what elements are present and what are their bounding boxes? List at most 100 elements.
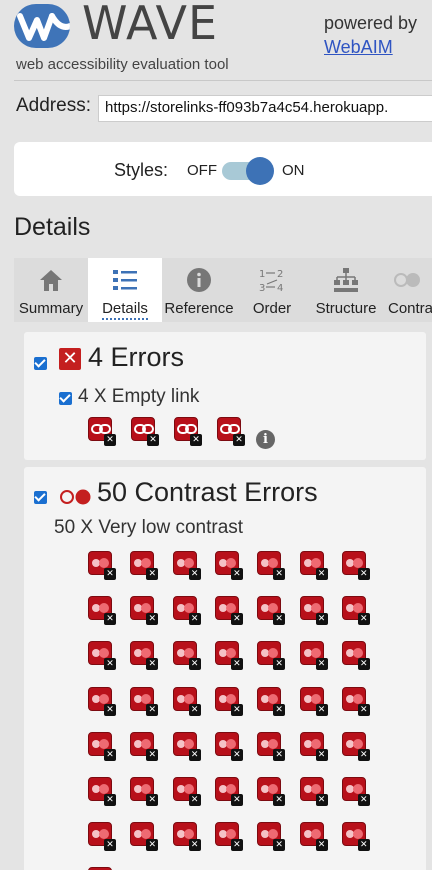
contrast-error-icon[interactable]: ✕: [257, 596, 286, 626]
contrast-error-icon[interactable]: ✕: [257, 641, 286, 671]
contrast-icon: [394, 273, 420, 287]
details-panel: ✕ 4 Errors 4 X Empty link ✕ ✕ ✕ ✕ i 50 Contr…: [14, 322, 432, 870]
styles-toggle-panel: Styles: OFF ON: [14, 142, 432, 196]
contrast-error-icon[interactable]: ✕: [172, 551, 201, 580]
contrast-error-icon[interactable]: ✕: [341, 686, 370, 716]
svg-text:4: 4: [277, 283, 283, 294]
contrast-error-icon[interactable]: ✕: [299, 731, 328, 761]
contrast-error-icon[interactable]: ✕: [214, 777, 243, 806]
home-icon: [40, 270, 62, 291]
contrast-error-icon[interactable]: ✕: [130, 731, 159, 761]
powered-by-text: powered by: [324, 13, 418, 33]
tab-order[interactable]: 1 2 3 4 Order: [236, 258, 308, 322]
contrast-error-icon[interactable]: ✕: [88, 686, 116, 716]
details-heading: Details: [14, 213, 91, 241]
contrast-error-icon[interactable]: ✕: [130, 551, 159, 580]
toggle-knob[interactable]: [246, 157, 274, 185]
empty-link-icon[interactable]: ✕: [174, 417, 202, 446]
contrast-error-icon[interactable]: ✕: [257, 777, 286, 806]
wave-wordmark: WAVE: [82, 0, 219, 50]
contrast-error-icon[interactable]: ✕: [130, 596, 159, 626]
contrast-error-icon[interactable]: ✕: [130, 822, 159, 852]
contrast-checkbox[interactable]: [34, 491, 47, 504]
header: WAVE web accessibility evaluation tool p…: [0, 0, 432, 80]
contrast-error-icon[interactable]: ✕: [172, 777, 201, 806]
styles-label: Styles:: [114, 160, 169, 180]
empty-link-label: 4 X Empty link: [78, 386, 200, 407]
contrast-error-icon[interactable]: ✕: [341, 551, 370, 580]
tab-label: Summary: [18, 300, 84, 317]
errors-checkbox[interactable]: [34, 357, 47, 370]
errors-title: 4 Errors: [88, 342, 185, 372]
contrast-error-icon[interactable]: ✕: [299, 777, 328, 806]
empty-link-icon[interactable]: ✕: [131, 417, 159, 446]
contrast-error-icon[interactable]: ✕: [257, 551, 286, 580]
contrast-error-icon[interactable]: ✕: [214, 822, 243, 852]
contrast-error-icon[interactable]: ✕: [299, 641, 328, 671]
error-icon: ✕: [59, 348, 81, 370]
empty-link-icon[interactable]: ✕: [217, 417, 245, 446]
contrast-error-icon[interactable]: ✕: [341, 777, 370, 806]
contrast-error-icon[interactable]: ✕: [299, 822, 328, 852]
contrast-error-icon[interactable]: ✕: [88, 641, 116, 671]
contrast-error-icon[interactable]: ✕: [88, 596, 116, 626]
contrast-error-icon[interactable]: ✕: [214, 731, 243, 761]
contrast-error-icon[interactable]: ✕: [257, 731, 286, 761]
styles-off-label: OFF: [187, 162, 217, 179]
order-icon: 1 2 3 4: [259, 269, 283, 294]
contrast-error-icon[interactable]: ✕: [341, 822, 370, 852]
tagline: web accessibility evaluation tool: [16, 56, 229, 73]
empty-link-checkbox[interactable]: [59, 392, 72, 405]
contrast-error-icon[interactable]: ✕: [88, 822, 116, 852]
contrast-error-icon[interactable]: ✕: [341, 731, 370, 761]
address-label: Address:: [16, 95, 91, 116]
contrast-error-icon[interactable]: ✕: [257, 822, 286, 852]
list-icon: [113, 270, 137, 290]
contrast-error-icon[interactable]: ✕: [214, 596, 243, 626]
svg-text:3: 3: [259, 283, 265, 294]
info-icon: [187, 268, 211, 292]
tab-label: Details: [102, 300, 148, 320]
tab-summary[interactable]: Summary: [14, 258, 88, 322]
svg-text:1: 1: [259, 269, 265, 280]
contrast-error-icon[interactable]: ✕: [88, 731, 116, 761]
contrast-section: 50 Contrast Errors 50 X Very low contras…: [24, 467, 426, 870]
contrast-error-icon[interactable]: ✕: [214, 686, 243, 716]
contrast-error-icon[interactable]: ✕: [299, 686, 328, 716]
contrast-error-icon[interactable]: ✕: [299, 551, 328, 580]
contrast-error-icon[interactable]: ✕: [214, 641, 243, 671]
empty-link-icon[interactable]: ✕: [88, 417, 116, 446]
tab-label: Contra: [388, 300, 432, 317]
tab-contrast[interactable]: Contra: [384, 258, 432, 322]
contrast-error-icon[interactable]: ✕: [130, 777, 159, 806]
contrast-error-icon[interactable]: ✕: [257, 686, 286, 716]
contrast-error-icon[interactable]: ✕: [172, 641, 201, 671]
tab-structure[interactable]: Structure: [308, 258, 384, 322]
errors-section: ✕ 4 Errors 4 X Empty link ✕ ✕ ✕ ✕ i: [24, 332, 426, 460]
contrast-error-icon[interactable]: ✕: [130, 641, 159, 671]
tab-details[interactable]: Details: [88, 258, 162, 322]
contrast-error-icon[interactable]: ✕: [172, 731, 201, 761]
contrast-icon: [60, 489, 91, 505]
tab-label: Order: [252, 300, 292, 317]
contrast-error-icon[interactable]: ✕: [341, 596, 370, 626]
info-icon[interactable]: i: [256, 430, 275, 449]
styles-on-label: ON: [282, 162, 305, 179]
styles-toggle[interactable]: [222, 157, 274, 185]
contrast-error-icon[interactable]: ✕: [172, 686, 201, 716]
tab-bar: Summary Details Reference 1 2 3 4 Order: [14, 258, 432, 322]
webaim-link[interactable]: WebAIM: [324, 37, 393, 58]
contrast-error-icon[interactable]: ✕: [88, 551, 116, 580]
header-divider: [14, 80, 432, 81]
svg-text:2: 2: [277, 269, 283, 280]
tab-reference[interactable]: Reference: [162, 258, 236, 322]
contrast-error-icon[interactable]: ✕: [130, 686, 159, 716]
contrast-error-icon[interactable]: ✕: [88, 777, 116, 806]
contrast-title: 50 Contrast Errors: [97, 477, 318, 507]
contrast-error-icon[interactable]: ✕: [214, 551, 243, 580]
address-input[interactable]: https://storelinks-ff093b7a4c54.herokuap…: [98, 95, 432, 122]
contrast-error-icon[interactable]: ✕: [172, 596, 201, 626]
contrast-error-icon[interactable]: ✕: [172, 822, 201, 852]
contrast-error-icon[interactable]: ✕: [341, 641, 370, 671]
contrast-error-icon[interactable]: ✕: [299, 596, 328, 626]
